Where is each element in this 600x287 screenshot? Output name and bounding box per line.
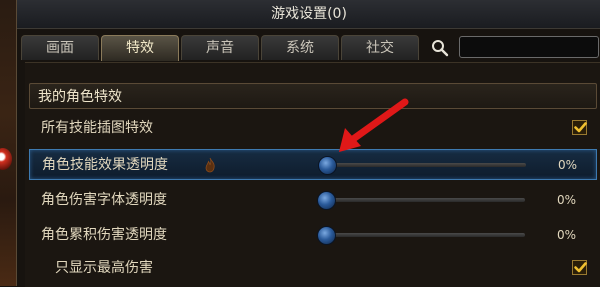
slider-percentage: 0% (558, 158, 578, 172)
game-settings-window: 游戏设置(0) 画面 特效 声音 系统 社交 我的角色特效 所有技能插图特效 角… (16, 0, 600, 287)
slider-knob[interactable] (317, 226, 336, 245)
search-icon[interactable] (431, 39, 449, 57)
background-orb (0, 148, 12, 170)
setting-row-cumulative-damage-transparency: 角色累积伤害透明度 0% (29, 220, 597, 251)
tab-effects[interactable]: 特效 (101, 35, 179, 61)
slider-percentage: 0% (557, 228, 577, 242)
tab-sound[interactable]: 声音 (181, 35, 259, 60)
setting-row-skill-effect-transparency: 角色技能效果透明度 0% (29, 149, 597, 180)
tab-social[interactable]: 社交 (341, 35, 419, 60)
search-input[interactable] (459, 36, 599, 58)
checkbox-all-skill-cutin-effects[interactable] (572, 120, 587, 135)
slider-damage-font-transparency[interactable] (317, 191, 525, 210)
slider-skill-effect-transparency[interactable] (318, 156, 526, 175)
setting-label: 角色技能效果透明度 (42, 157, 168, 173)
check-icon (574, 262, 587, 273)
background-scene-left (0, 0, 16, 286)
effects-panel: 我的角色特效 所有技能插图特效 角色技能效果透明度 0% 角色伤害字体透明度 0… (25, 62, 600, 287)
setting-row-damage-font-transparency: 角色伤害字体透明度 0% (29, 185, 597, 216)
window-title: 游戏设置(0) (17, 0, 600, 29)
slider-track[interactable] (326, 163, 526, 167)
setting-row-show-highest-damage-only: 只显示最高伤害 (29, 253, 597, 284)
checkbox-show-highest-damage-only[interactable] (572, 260, 587, 275)
check-icon (574, 122, 587, 133)
slider-track[interactable] (325, 198, 525, 202)
slider-track[interactable] (325, 233, 525, 237)
tab-graphics[interactable]: 画面 (21, 35, 99, 60)
setting-row-all-skill-cutin-effects: 所有技能插图特效 (29, 113, 597, 144)
slider-cumulative-damage-transparency[interactable] (317, 226, 525, 245)
slider-knob[interactable] (317, 191, 336, 210)
slider-knob[interactable] (318, 156, 337, 175)
setting-label: 只显示最高伤害 (55, 260, 153, 276)
flame-icon (205, 157, 215, 173)
setting-label: 角色累积伤害透明度 (41, 227, 167, 243)
tab-system[interactable]: 系统 (261, 35, 339, 60)
setting-label: 角色伤害字体透明度 (41, 192, 167, 208)
slider-percentage: 0% (557, 193, 577, 207)
section-header-my-character-effects: 我的角色特效 (29, 83, 597, 109)
setting-label: 所有技能插图特效 (41, 120, 153, 136)
